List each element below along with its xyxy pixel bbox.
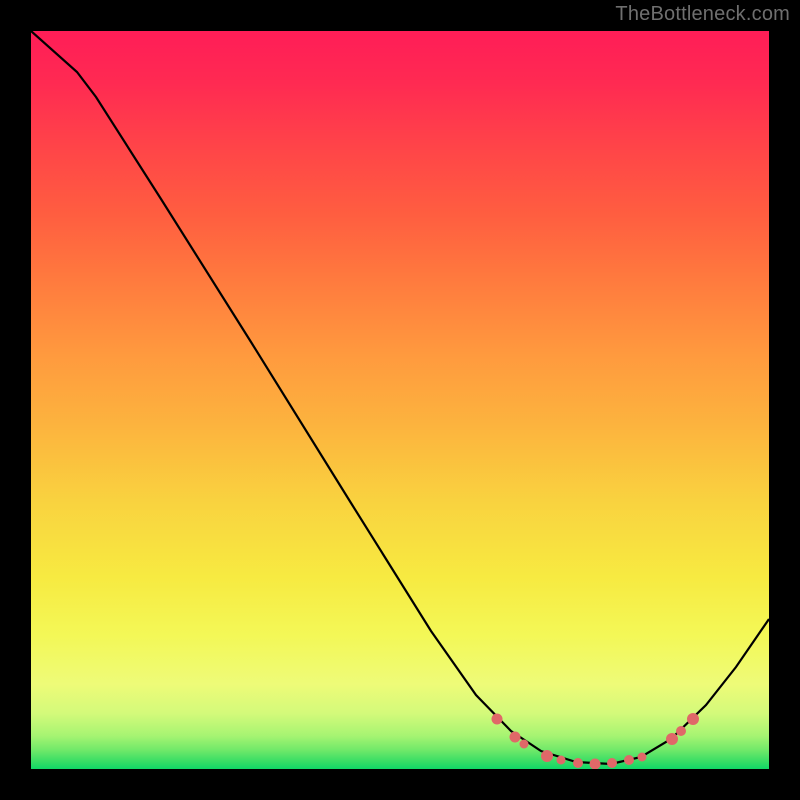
curve-marker: [666, 733, 678, 745]
curve-marker: [573, 758, 583, 768]
curve-marker: [510, 732, 521, 743]
curve-marker: [607, 758, 617, 768]
curve-marker: [638, 753, 647, 762]
bottleneck-curve-chart: [31, 31, 769, 769]
curve-marker: [687, 713, 699, 725]
watermark-text: TheBottleneck.com: [615, 3, 790, 26]
curve-marker: [557, 756, 566, 765]
chart-plot-area: [31, 31, 769, 769]
curve-marker: [492, 714, 503, 725]
gradient-background: [31, 31, 769, 769]
curve-marker: [676, 726, 686, 736]
curve-marker: [590, 759, 601, 770]
curve-marker: [624, 755, 634, 765]
curve-marker: [541, 750, 553, 762]
curve-marker: [520, 740, 529, 749]
